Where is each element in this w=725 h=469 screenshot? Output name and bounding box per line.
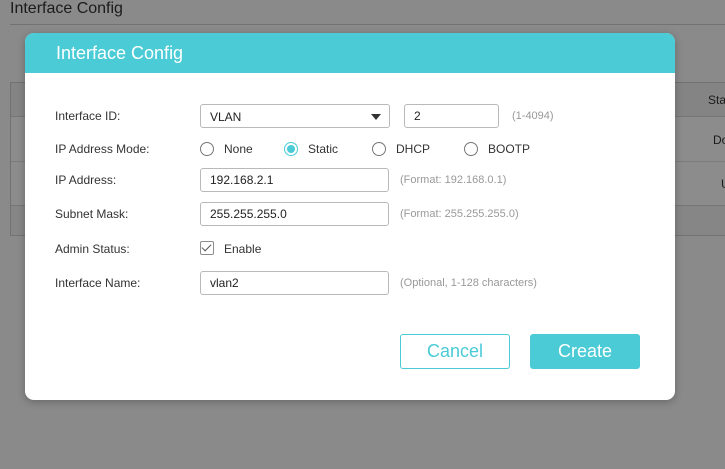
subnet-mask-row: Subnet Mask: (Format: 255.255.255.0) (25, 202, 675, 226)
ip-address-input[interactable] (200, 168, 389, 192)
enable-label: Enable (224, 242, 262, 256)
interface-type-select[interactable]: VLAN (200, 104, 390, 128)
interface-name-label: Interface Name: (55, 276, 141, 290)
radio-checked-icon (284, 142, 298, 156)
admin-status-checkbox[interactable] (200, 241, 214, 255)
subnet-mask-label: Subnet Mask: (55, 207, 129, 221)
interface-id-row: Interface ID: VLAN (1-4094) (25, 104, 675, 128)
create-button[interactable]: Create (530, 334, 640, 369)
ip-mode-label: IP Address Mode: (55, 142, 150, 156)
cancel-button[interactable]: Cancel (400, 334, 510, 369)
interface-id-input[interactable] (404, 104, 499, 128)
interface-type-value: VLAN (210, 110, 242, 124)
interface-name-input[interactable] (200, 271, 389, 295)
ip-address-row: IP Address: (Format: 192.168.0.1) (25, 168, 675, 192)
check-icon (201, 241, 212, 252)
admin-status-label: Admin Status: (55, 242, 130, 256)
dialog-title: Interface Config (25, 33, 675, 73)
admin-status-row: Admin Status: Enable (25, 237, 675, 261)
chevron-down-icon (371, 114, 381, 120)
radio-icon (372, 142, 386, 156)
ip-mode-row: IP Address Mode: None Static DHCP BOOTP (25, 137, 675, 161)
ip-address-label: IP Address: (55, 173, 117, 187)
radio-icon (200, 142, 214, 156)
interface-name-hint: (Optional, 1-128 characters) (400, 277, 537, 289)
ip-address-hint: (Format: 192.168.0.1) (400, 174, 507, 186)
radio-label: None (224, 142, 253, 156)
interface-id-hint: (1-4094) (512, 110, 554, 122)
radio-label: Static (308, 142, 339, 156)
interface-name-row: Interface Name: (Optional, 1-128 charact… (25, 271, 675, 295)
radio-label: DHCP (396, 142, 431, 156)
interface-config-dialog: Interface Config Interface ID: VLAN (1-4… (25, 33, 675, 400)
radio-label: BOOTP (488, 142, 531, 156)
subnet-mask-input[interactable] (200, 202, 389, 226)
subnet-mask-hint: (Format: 255.255.255.0) (400, 208, 519, 220)
radio-icon (464, 142, 478, 156)
interface-id-label: Interface ID: (55, 109, 121, 123)
